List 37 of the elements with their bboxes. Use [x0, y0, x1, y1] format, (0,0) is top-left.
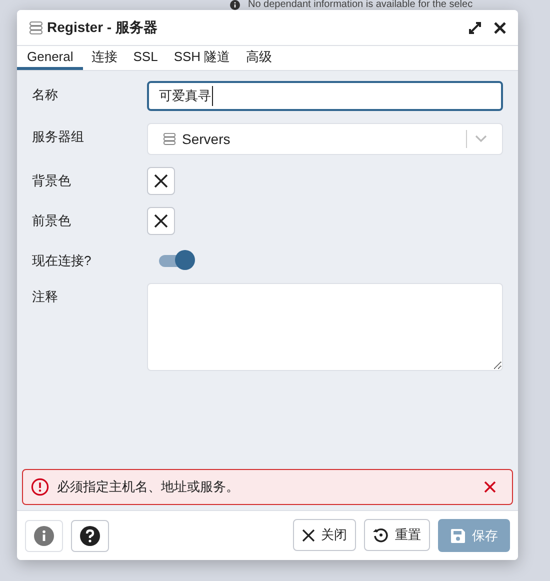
close-button[interactable]: 关闭	[293, 519, 356, 551]
field-label: 现在连接?	[32, 252, 92, 270]
tab[interactable]: General	[17, 46, 84, 70]
field-label: 注释	[32, 288, 59, 306]
field-label: 前景色	[32, 212, 72, 230]
maximize-icon[interactable]	[468, 20, 482, 34]
chevron-down-icon	[475, 135, 487, 143]
field-label: 服务器组	[32, 128, 85, 146]
info-button[interactable]	[25, 520, 63, 552]
tab[interactable]: 连接	[83, 46, 126, 70]
color-picker-button[interactable]	[147, 167, 175, 195]
server-icon	[163, 132, 176, 146]
dialog-title: Register - 服务器	[47, 18, 158, 37]
server-group-select[interactable]: Servers	[147, 123, 503, 155]
close-icon[interactable]	[494, 22, 506, 34]
tab[interactable]: SSH 隧道	[166, 46, 238, 70]
name-input[interactable]: 可爱真寻	[147, 81, 503, 111]
field-label: 背景色	[32, 172, 72, 190]
close-icon	[302, 528, 315, 542]
clear-icon	[154, 214, 168, 228]
toggle-switch[interactable]	[159, 250, 195, 270]
clear-icon	[154, 174, 168, 188]
tab[interactable]: 高级	[238, 46, 280, 70]
field-label: 名称	[32, 86, 59, 104]
tab[interactable]: SSL	[125, 46, 166, 70]
save-icon	[450, 528, 466, 544]
server-icon	[29, 20, 43, 34]
help-icon	[80, 526, 100, 546]
reset-icon	[373, 527, 389, 543]
help-button[interactable]	[71, 520, 109, 552]
select-value: Servers	[182, 130, 230, 148]
reset-button[interactable]: 重置	[364, 519, 430, 551]
alert-icon	[31, 478, 49, 496]
background-message: No dependant information is available for the selec	[248, 0, 473, 10]
info-icon	[34, 526, 54, 546]
color-picker-button[interactable]	[147, 207, 175, 235]
error-message: 必须指定主机名、地址或服务。	[57, 478, 239, 496]
